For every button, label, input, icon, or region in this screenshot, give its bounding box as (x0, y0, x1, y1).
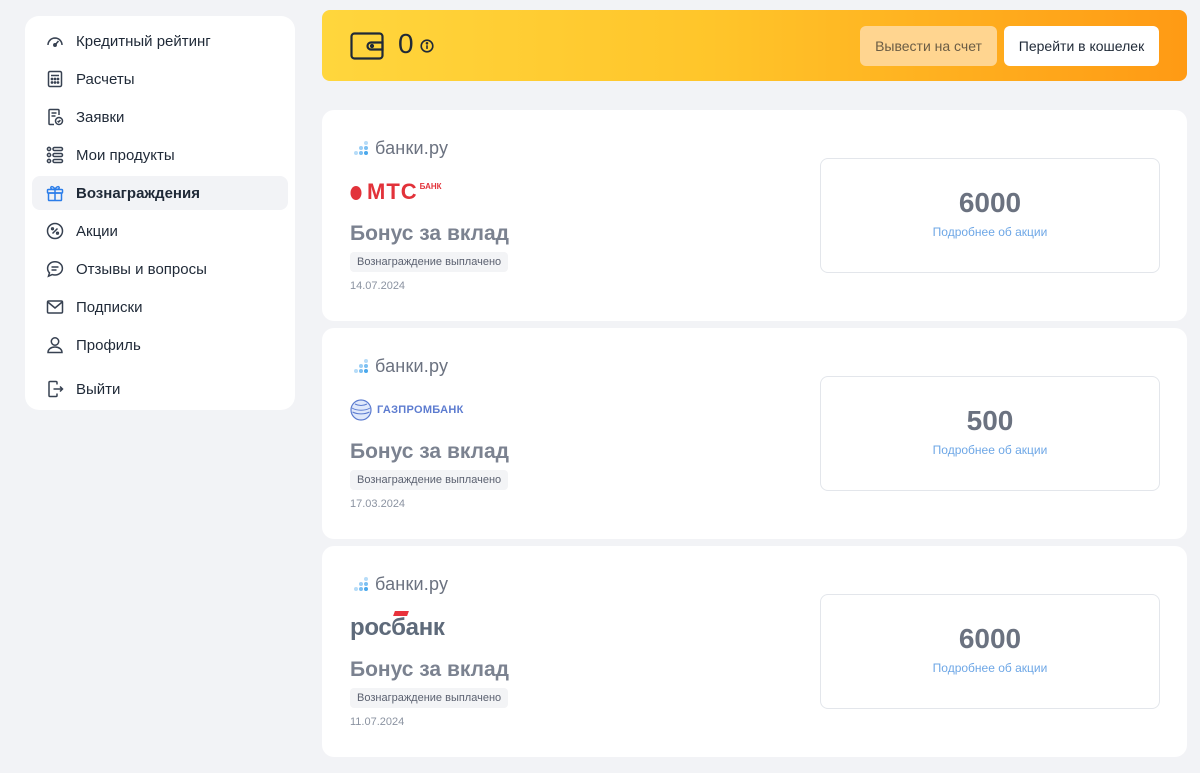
banki-ru-name: банки.ру (375, 138, 449, 158)
gazprombank-logo: ГАЗПРОМБАНК (350, 398, 464, 422)
withdraw-button[interactable]: Вывести на счет (860, 26, 997, 66)
sidebar-item-label: Профиль (76, 336, 141, 354)
sidebar: Кредитный рейтинг Расчеты Заявки Мои про… (25, 16, 295, 410)
banki-dots-icon (354, 576, 368, 591)
reward-date: 14.07.2024 (350, 280, 406, 292)
application-icon (45, 107, 65, 127)
sidebar-item-calculations[interactable]: Расчеты (32, 62, 288, 96)
sidebar-item-label: Кредитный рейтинг (76, 32, 211, 50)
reward-amount-box: 6000 Подробнее об акции (820, 158, 1160, 273)
list-icon (45, 145, 65, 165)
user-icon (45, 335, 65, 355)
logout-icon (45, 379, 65, 399)
reward-amount-box: 6000 Подробнее об акции (820, 594, 1160, 709)
sidebar-item-profile[interactable]: Профиль (32, 328, 288, 362)
rosbank-name-text: росбанк (350, 614, 445, 641)
sidebar-item-label: Подписки (76, 298, 143, 316)
reward-card: банки.ру росбанк Бонус за вклад Вознагра… (322, 546, 1187, 757)
percent-icon (45, 221, 65, 241)
sidebar-item-credit-rating[interactable]: Кредитный рейтинг (32, 24, 288, 58)
calculator-icon (45, 69, 65, 89)
mail-icon (45, 297, 65, 317)
banki-dots-icon (354, 358, 368, 373)
sidebar-item-reviews[interactable]: Отзывы и вопросы (32, 252, 288, 286)
reward-amount: 6000 (958, 187, 1022, 218)
status-badge: Вознаграждение выплачено (350, 252, 509, 272)
promotion-details-link[interactable]: Подробнее об акции (821, 443, 1159, 457)
reward-title: Бонус за вклад (350, 222, 509, 245)
sidebar-item-subscriptions[interactable]: Подписки (32, 290, 288, 324)
status-badge: Вознаграждение выплачено (350, 470, 509, 490)
sidebar-item-label: Расчеты (76, 70, 135, 88)
reward-amount-box: 500 Подробнее об акции (820, 376, 1160, 491)
banki-ru-name: банки.ру (375, 574, 449, 594)
status-badge: Вознаграждение выплачено (350, 688, 509, 708)
banki-ru-logo: банки.ру (352, 574, 448, 595)
mts-egg-icon (350, 186, 362, 200)
sidebar-item-label: Акции (76, 222, 118, 240)
mts-bank-logo: МТС БАНК (350, 179, 442, 204)
sidebar-item-label: Выйти (76, 380, 121, 398)
reward-amount: 500 (966, 405, 1014, 436)
promotion-details-link[interactable]: Подробнее об акции (821, 225, 1159, 239)
banki-ru-logo: банки.ру (352, 138, 448, 159)
reward-date: 17.03.2024 (350, 498, 406, 510)
mts-bank-name: МТС (367, 179, 418, 204)
chat-icon (45, 259, 65, 279)
wallet-balance: 0 (398, 28, 414, 59)
reward-date: 11.07.2024 (350, 716, 405, 728)
wallet-icon (350, 32, 384, 60)
mts-bank-suffix: БАНК (419, 182, 442, 191)
gift-icon (45, 183, 65, 203)
banki-dots-icon (354, 140, 368, 155)
sidebar-item-applications[interactable]: Заявки (32, 100, 288, 134)
reward-amount: 6000 (958, 623, 1022, 654)
sidebar-item-label: Отзывы и вопросы (76, 260, 207, 278)
sidebar-item-my-products[interactable]: Мои продукты (32, 138, 288, 172)
reward-title: Бонус за вклад (350, 440, 509, 463)
info-icon[interactable] (420, 39, 434, 53)
sidebar-item-promotions[interactable]: Акции (32, 214, 288, 248)
promotion-details-link[interactable]: Подробнее об акции (821, 661, 1159, 675)
rosbank-logo: росбанк (350, 611, 445, 642)
sidebar-item-rewards[interactable]: Вознаграждения (32, 176, 288, 210)
banki-ru-logo: банки.ру (352, 356, 448, 377)
sidebar-item-logout[interactable]: Выйти (32, 372, 288, 406)
speedometer-icon (45, 31, 65, 51)
gazprombank-name: ГАЗПРОМБАНК (377, 404, 464, 416)
reward-title: Бонус за вклад (350, 658, 509, 681)
go-to-wallet-button[interactable]: Перейти в кошелек (1004, 26, 1159, 66)
reward-card: банки.ру МТС БАНК Бонус за вклад Вознагр… (322, 110, 1187, 321)
sidebar-item-label: Вознаграждения (76, 184, 200, 202)
banki-ru-name: банки.ру (375, 356, 449, 376)
sidebar-item-label: Заявки (76, 108, 125, 126)
reward-card: банки.ру ГАЗПРОМБАНК Бонус за вклад Возн… (322, 328, 1187, 539)
rosbank-flag-icon (393, 611, 409, 616)
gazprombank-globe-icon (350, 399, 372, 421)
rosbank-name: росбанк (350, 611, 445, 642)
wallet-banner: 0 Вывести на счет Перейти в кошелек (322, 10, 1187, 81)
sidebar-item-label: Мои продукты (76, 146, 175, 164)
